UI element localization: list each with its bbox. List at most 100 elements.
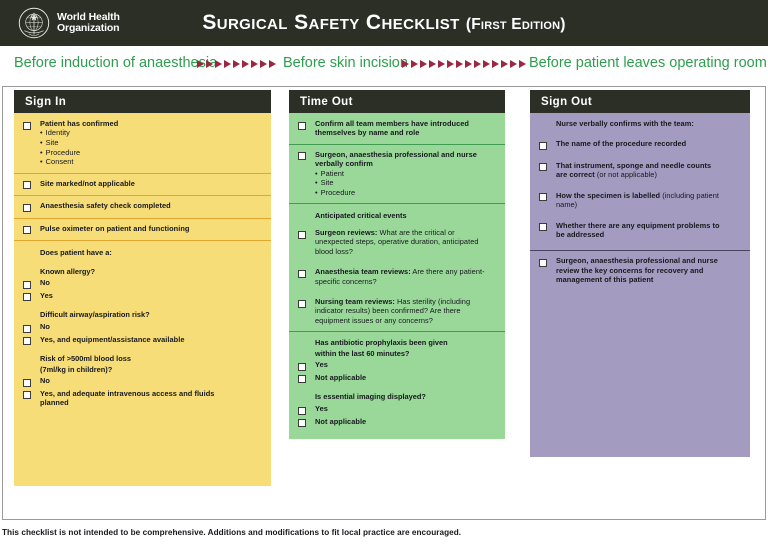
option-label: Yes — [40, 290, 53, 300]
checkbox[interactable] — [539, 258, 547, 267]
checkbox[interactable] — [23, 121, 31, 130]
checklist-item[interactable]: Site marked/not applicable — [14, 178, 265, 191]
checkbox[interactable] — [298, 419, 306, 428]
arrow-icon — [242, 60, 249, 68]
group-patient-confirmed: Patient has confirmed Identity Site Proc… — [14, 113, 271, 173]
question-text-line-1: Has antibiotic prophylaxis been given — [315, 338, 448, 348]
checklist-item[interactable]: Nursing team reviews: Has sterility (inc… — [289, 296, 499, 326]
checkbox[interactable] — [539, 141, 547, 150]
item-label: Whether there are any equipment problems… — [556, 221, 728, 240]
checklist-item[interactable]: The name of the procedure recorded — [530, 138, 744, 151]
column-time-out: Time Out Confirm all team members have i… — [289, 90, 505, 440]
checkbox[interactable] — [298, 362, 306, 371]
sublist-item: Identity — [40, 128, 118, 138]
sublist-item: Site — [40, 138, 118, 148]
checkbox[interactable] — [23, 203, 31, 212]
checklist-item[interactable]: Surgeon, anaesthesia professional and nu… — [289, 149, 499, 199]
question-text-line-2: within the last 60 minutes? — [315, 348, 410, 358]
group-anaesthesia-check: Anaesthesia safety check completed — [14, 195, 271, 218]
checklist-item[interactable]: Anaesthesia team reviews: Are there any … — [289, 266, 499, 287]
checklist-item[interactable]: Whether there are any equipment problems… — [530, 220, 744, 241]
checklist-option[interactable]: No — [14, 375, 265, 388]
phase-label-leaves-room: Before patient leaves operating room — [529, 55, 767, 71]
who-logo: World Health Organization — [18, 7, 120, 39]
option-label: Yes — [315, 360, 328, 370]
checklist-item[interactable]: Anaesthesia safety check completed — [14, 200, 265, 213]
question-text-line-2: (7ml/kg in children)? — [40, 364, 113, 374]
checklist-option[interactable]: Yes, and equipment/assistance available — [14, 334, 265, 347]
item-label: Surgeon reviews: What are the critical o… — [315, 228, 499, 256]
checklist-option[interactable]: Not applicable — [289, 416, 499, 429]
checkbox[interactable] — [23, 181, 31, 190]
checklist-option[interactable]: Not applicable — [289, 372, 499, 385]
arrow-icon — [197, 60, 204, 68]
checklist-item[interactable]: That instrument, sponge and needle count… — [530, 160, 744, 181]
group-key-concerns-review: Surgeon, anaesthesia professional and nu… — [530, 250, 750, 456]
checklist-item[interactable]: How the specimen is labelled (including … — [530, 190, 744, 211]
arrow-icon — [483, 60, 490, 68]
footer-note: This checklist is not intended to be com… — [2, 528, 462, 537]
item-label: Anaesthesia safety check completed — [40, 201, 171, 211]
item-bold-text: How the specimen is labelled — [556, 190, 661, 200]
checklist-option[interactable]: No — [14, 321, 265, 334]
checklist-option[interactable]: Yes, and adequate intravenous access and… — [14, 388, 265, 409]
group-nurse-confirms: Nurse verbally confirms with the team: T… — [530, 113, 750, 250]
header-bar: World Health Organization — [0, 0, 768, 46]
question-blood-loss: Risk of >500ml blood loss (7ml/kg in chi… — [14, 346, 265, 409]
checkbox[interactable] — [23, 324, 31, 333]
sublist-item: Procedure — [40, 148, 118, 158]
item-label: Site marked/not applicable — [40, 178, 135, 188]
group-intro: Does patient have a: — [40, 248, 112, 258]
checkbox[interactable] — [23, 280, 31, 289]
arrow-icon — [456, 60, 463, 68]
checkbox-spacer — [539, 119, 547, 127]
sublist-item: Patient — [315, 169, 495, 179]
arrow-icon — [224, 60, 231, 68]
column-heading-sign-out: Sign Out — [530, 90, 750, 113]
sublist-item: Procedure — [315, 188, 495, 198]
group-pulse-oximeter: Pulse oximeter on patient and functionin… — [14, 217, 271, 241]
checkbox[interactable] — [298, 152, 306, 161]
item-bold-text: Surgeon reviews: — [315, 228, 378, 237]
checkbox[interactable] — [539, 223, 547, 232]
arrow-icon — [492, 60, 499, 68]
who-wordmark: World Health Organization — [57, 11, 120, 35]
question-text-line-1: Risk of >500ml blood loss — [40, 354, 131, 364]
checkbox[interactable] — [23, 337, 31, 346]
checkbox[interactable] — [298, 121, 306, 130]
checkbox[interactable] — [539, 193, 547, 202]
group-prophylaxis-imaging: Has antibiotic prophylaxis been given wi… — [289, 331, 505, 439]
phase-label-incision: Before skin incision — [283, 55, 408, 71]
checkbox[interactable] — [539, 163, 547, 172]
column-body-time-out: Confirm all team members have introduced… — [289, 113, 505, 440]
group-anticipated-critical-events: Anticipated critical events Surgeon revi… — [289, 203, 505, 331]
question-antibiotic-prophylaxis: Has antibiotic prophylaxis been given wi… — [289, 336, 499, 384]
checklist-item[interactable]: Pulse oximeter on patient and functionin… — [14, 223, 265, 236]
question-text: Difficult airway/aspiration risk? — [40, 310, 150, 320]
checklist-option[interactable]: Yes — [14, 290, 265, 303]
checklist-option[interactable]: Yes — [289, 359, 499, 372]
checkbox[interactable] — [23, 391, 31, 400]
checklist-item[interactable]: Patient has confirmed Identity Site Proc… — [14, 118, 265, 168]
checklist-item[interactable]: Surgeon, anaesthesia professional and nu… — [530, 255, 744, 285]
sublist: Patient Site Procedure — [315, 169, 495, 198]
item-label: Surgeon, anaesthesia professional and nu… — [315, 150, 499, 198]
checkbox[interactable] — [23, 226, 31, 235]
option-label: Yes — [315, 404, 328, 414]
checklist-option[interactable]: Yes — [289, 403, 499, 416]
checkbox[interactable] — [298, 269, 306, 278]
item-label: The name of the procedure recorded — [556, 139, 690, 148]
column-body-sign-in: Patient has confirmed Identity Site Proc… — [14, 113, 271, 486]
checkbox[interactable] — [298, 299, 306, 308]
checklist-item[interactable]: Confirm all team members have introduced… — [289, 118, 499, 139]
item-label: That instrument, sponge and needle count… — [556, 161, 728, 180]
checklist-option[interactable]: No — [14, 277, 265, 290]
item-lead-text: Patient has confirmed — [40, 119, 119, 128]
checkbox[interactable] — [298, 406, 306, 415]
group-verbal-confirm: Surgeon, anaesthesia professional and nu… — [289, 143, 505, 204]
checkbox[interactable] — [298, 375, 306, 384]
checklist-item[interactable]: Surgeon reviews: What are the critical o… — [289, 227, 499, 257]
checkbox[interactable] — [23, 293, 31, 302]
checkbox[interactable] — [298, 230, 306, 239]
checkbox[interactable] — [23, 378, 31, 387]
